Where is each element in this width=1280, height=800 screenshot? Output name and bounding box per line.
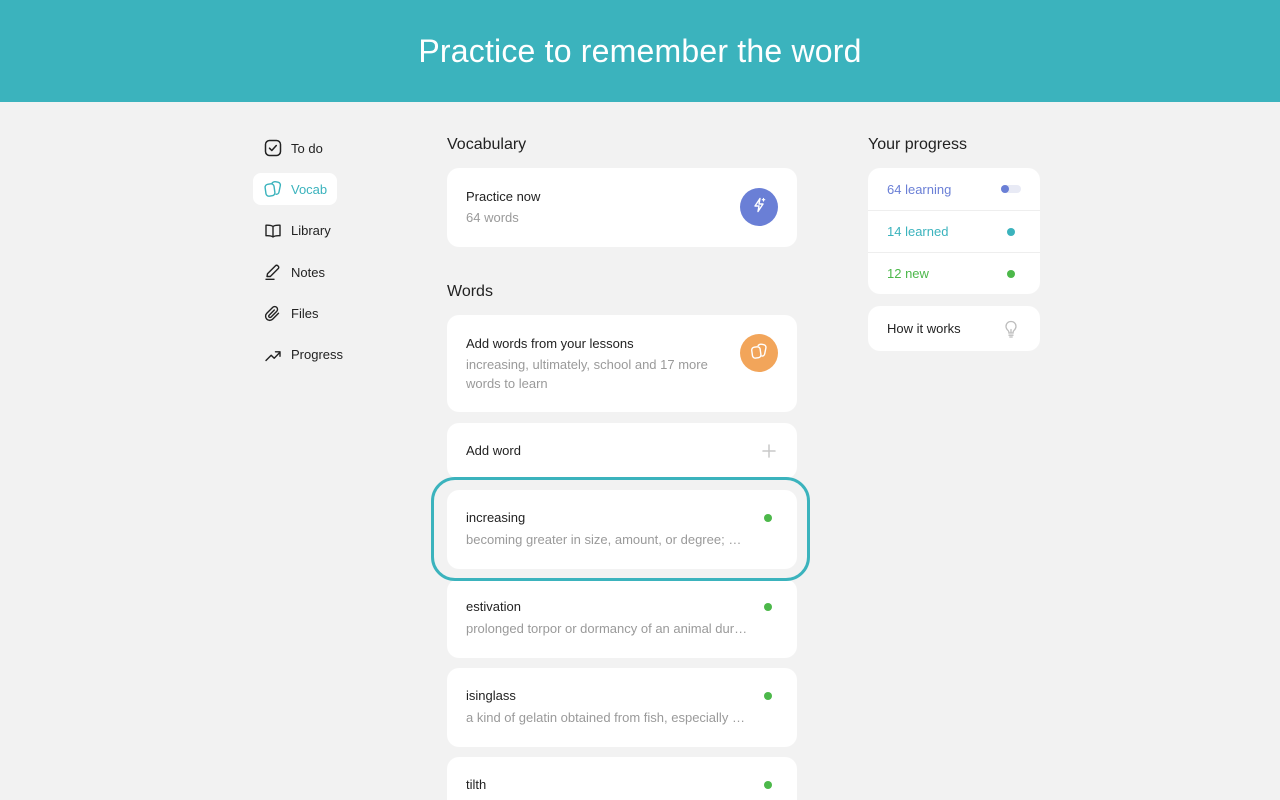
sidebar-item-label: Vocab <box>291 181 328 197</box>
pencil-icon <box>263 262 283 282</box>
progress-label: 64 learning <box>887 181 952 197</box>
how-it-works-button[interactable]: How it works <box>868 306 1040 351</box>
page-banner: Practice to remember the word <box>0 0 1280 102</box>
word-item[interactable]: increasing becoming greater in size, amo… <box>447 490 797 569</box>
sidebar-item-files[interactable]: Files <box>253 298 328 330</box>
sidebar-item-label: Notes <box>291 264 325 280</box>
checkbox-icon <box>263 138 283 158</box>
word-item[interactable]: tilth <box>447 757 797 800</box>
word-term: tilth <box>466 777 487 792</box>
vocabulary-heading: Vocabulary <box>447 136 527 153</box>
lightbulb-icon <box>1003 320 1019 341</box>
how-it-works-label: How it works <box>887 321 961 336</box>
add-from-lessons-card[interactable]: Add words from your lessons increasing, … <box>447 315 797 412</box>
book-icon <box>263 221 283 241</box>
lightning-icon <box>750 196 768 219</box>
practice-now-card[interactable]: Practice now 64 words <box>447 168 797 247</box>
plus-icon <box>762 444 776 463</box>
progress-card: 64 learning 14 learned 12 new <box>868 168 1040 294</box>
progress-row-learning[interactable]: 64 learning <box>868 168 1040 210</box>
trend-up-icon <box>263 345 283 365</box>
cards-icon <box>750 342 768 365</box>
word-term: estivation <box>466 599 521 614</box>
status-dot <box>764 514 772 522</box>
sidebar-item-label: To do <box>291 140 323 156</box>
status-dot <box>764 603 772 611</box>
add-from-lessons-button[interactable] <box>740 334 778 372</box>
sidebar-item-label: Library <box>291 223 331 239</box>
progress-row-new[interactable]: 12 new <box>868 252 1040 294</box>
practice-title: Practice now <box>466 189 541 204</box>
sidebar-item-library[interactable]: Library <box>253 215 341 247</box>
word-definition: becoming greater in size, amount, or deg… <box>466 532 748 547</box>
status-dot <box>764 781 772 789</box>
word-term: increasing <box>466 510 526 525</box>
progress-label: 14 learned <box>887 224 949 239</box>
practice-button[interactable] <box>740 188 778 226</box>
word-item[interactable]: estivation prolonged torpor or dormancy … <box>447 579 797 658</box>
progress-heading: Your progress <box>868 136 968 153</box>
practice-subtitle: 64 words <box>466 210 519 225</box>
status-dot <box>1007 228 1015 236</box>
sidebar-item-todo[interactable]: To do <box>253 132 333 164</box>
sidebar-item-vocab[interactable]: Vocab <box>253 173 338 206</box>
progress-row-learned[interactable]: 14 learned <box>868 210 1040 252</box>
status-dot <box>1007 270 1015 278</box>
status-dot <box>764 692 772 700</box>
word-term: isinglass <box>466 688 516 703</box>
word-definition: prolonged torpor or dormancy of an anima… <box>466 621 748 636</box>
words-heading: Words <box>447 283 493 300</box>
progress-label: 12 new <box>887 266 929 281</box>
sidebar-item-label: Files <box>291 306 319 322</box>
word-item[interactable]: isinglass a kind of gelatin obtained fro… <box>447 668 797 747</box>
add-from-lessons-title: Add words from your lessons <box>466 336 634 351</box>
sidebar-item-notes[interactable]: Notes <box>253 256 335 288</box>
cards-icon <box>263 179 283 199</box>
sidebar-item-progress[interactable]: Progress <box>253 339 353 371</box>
paperclip-icon <box>263 304 283 324</box>
add-word-label: Add word <box>466 443 521 458</box>
word-definition: a kind of gelatin obtained from fish, es… <box>466 710 748 725</box>
learning-toggle <box>1001 185 1021 193</box>
add-from-lessons-subtitle: increasing, ultimately, school and 17 mo… <box>466 357 708 391</box>
sidebar-item-label: Progress <box>291 347 344 363</box>
sidebar-nav: To do Vocab Library Notes Files Progress <box>253 132 383 380</box>
add-word-card[interactable]: Add word <box>447 423 797 479</box>
page-title: Practice to remember the word <box>418 32 862 69</box>
